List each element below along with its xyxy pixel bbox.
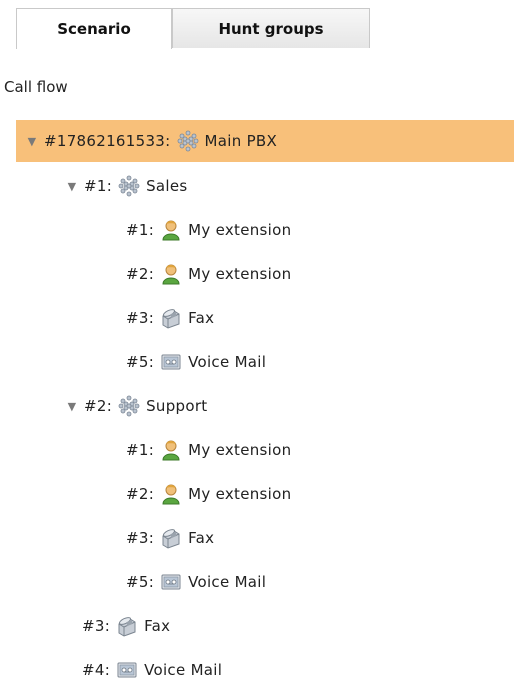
tree-node-item[interactable]: #3: Fax [16, 516, 514, 560]
collapse-toggle-icon[interactable]: ▼ [24, 135, 40, 148]
node-number: #1: [126, 221, 155, 239]
tree-node-group[interactable]: ▼ #1: Sales [16, 164, 514, 208]
tree-node-item[interactable]: #4: Voice Mail [16, 648, 514, 692]
tree-node-group[interactable]: ▼ #2: Support [16, 384, 514, 428]
tab-bar: Scenario Hunt groups [16, 8, 370, 49]
tree-node-item[interactable]: #5: Voice Mail [16, 560, 514, 604]
fax-icon [116, 615, 138, 637]
tree-node-item[interactable]: #2: My extension [16, 472, 514, 516]
node-label: Support [146, 397, 208, 415]
node-label: Fax [188, 529, 215, 547]
call-flow-heading: Call flow [4, 78, 68, 96]
tree-node-item[interactable]: #3: Fax [16, 296, 514, 340]
node-label: My extension [188, 265, 292, 283]
tab-scenario[interactable]: Scenario [16, 8, 172, 49]
node-label: Voice Mail [188, 353, 267, 371]
collapse-toggle-icon[interactable]: ▼ [64, 180, 80, 193]
group-icon [118, 395, 140, 417]
node-number: #3: [126, 309, 155, 327]
collapse-toggle-icon[interactable]: ▼ [64, 400, 80, 413]
group-icon [177, 130, 199, 152]
fax-icon [160, 307, 182, 329]
fax-icon [160, 527, 182, 549]
voicemail-icon [160, 351, 182, 373]
node-label: Voice Mail [188, 573, 267, 591]
node-number: #2: [126, 485, 155, 503]
node-number: #5: [126, 353, 155, 371]
group-icon [118, 175, 140, 197]
node-number: #4: [82, 661, 111, 679]
tree-node-item[interactable]: #5: Voice Mail [16, 340, 514, 384]
tree-node-item[interactable]: #1: My extension [16, 208, 514, 252]
node-number: #2: [84, 397, 113, 415]
node-label: My extension [188, 221, 292, 239]
node-number: #1: [126, 441, 155, 459]
tree-node-item[interactable]: #1: My extension [16, 428, 514, 472]
user-icon [160, 263, 182, 285]
tree-node-item[interactable]: #2: My extension [16, 252, 514, 296]
node-number: #3: [126, 529, 155, 547]
user-icon [160, 219, 182, 241]
node-number: #2: [126, 265, 155, 283]
tree-node-root[interactable]: ▼ #17862161533: Main PBX [16, 120, 514, 162]
node-number: #5: [126, 573, 155, 591]
call-flow-tree: ▼ #17862161533: Main PBX ▼ #1: Sales #1:… [16, 120, 514, 692]
node-label: My extension [188, 485, 292, 503]
voicemail-icon [116, 659, 138, 681]
node-number: #3: [82, 617, 111, 635]
node-label: Fax [188, 309, 215, 327]
tab-hunt-groups[interactable]: Hunt groups [172, 8, 370, 48]
node-number: #17862161533: [44, 132, 171, 150]
node-number: #1: [84, 177, 113, 195]
user-icon [160, 483, 182, 505]
node-label: Voice Mail [144, 661, 223, 679]
node-label: Fax [144, 617, 171, 635]
node-label: Main PBX [204, 132, 278, 150]
node-label: My extension [188, 441, 292, 459]
voicemail-icon [160, 571, 182, 593]
node-label: Sales [146, 177, 188, 195]
user-icon [160, 439, 182, 461]
tree-node-item[interactable]: #3: Fax [16, 604, 514, 648]
